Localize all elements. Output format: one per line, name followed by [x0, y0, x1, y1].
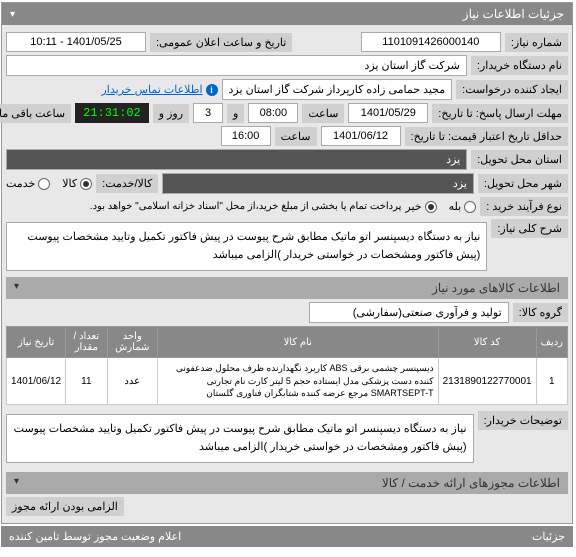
col-qty: تعداد / مقدار	[67, 327, 109, 358]
radio-goods[interactable]: کالا	[63, 177, 93, 190]
goods-service-radio: کالا خدمت	[7, 177, 93, 190]
items-section-header: اطلاعات کالاهای مورد نیاز ▾	[7, 277, 569, 299]
goods-service-label: کالا/خدمت:	[97, 174, 159, 193]
col-row: ردیف	[537, 327, 568, 358]
permits-header-text: اطلاعات مجوزهای ارائه خدمت / کالا	[383, 476, 561, 490]
contact-link[interactable]: i اطلاعات تماس خریدار	[102, 83, 218, 96]
validity-label: حداقل تاریخ اعتبار قیمت: تا تاریخ:	[406, 127, 569, 146]
requester-label: ایجاد کننده درخواست:	[457, 80, 569, 99]
permits-section-header: اطلاعات مجوزهای ارائه خدمت / کالا ▾	[7, 472, 569, 494]
need-desc-label: شرح کلی نیاز:	[492, 219, 569, 238]
group-value: تولید و فرآوری صنعتی(سفارشی)	[310, 302, 510, 323]
collapse-icon[interactable]: ▾	[15, 281, 20, 295]
buyer-notes-text: نیاز به دستگاه دیسپنسر اتو ماتیک مطابق ش…	[7, 414, 475, 463]
radio-dot-icon	[81, 178, 93, 190]
buyer-org-label: نام دستگاه خریدار:	[472, 56, 569, 75]
radio-dot-icon	[39, 178, 51, 190]
requester-value: مجید حمامی زاده کارپرداز شرکت گاز استان …	[223, 79, 454, 100]
cell-code: 2131890122770001	[439, 358, 537, 405]
announce-label: تاریخ و ساعت اعلان عمومی:	[151, 33, 293, 52]
payment-note: پرداخت تمام یا بخشی از مبلغ خرید،از محل …	[91, 201, 403, 212]
panel-title: جزئیات اطلاعات نیاز	[464, 7, 565, 21]
radio-no[interactable]: خیر	[406, 200, 437, 213]
footer-right: جزئیات	[533, 530, 566, 543]
city-label: شهر محل تحویل:	[479, 174, 569, 193]
announce-value: 1401/05/25 - 10:11	[7, 32, 147, 52]
col-code: کد کالا	[439, 327, 537, 358]
need-number-label: شماره نیاز:	[506, 33, 569, 52]
days-label: روز و	[154, 104, 190, 123]
province-label: استان محل تحویل:	[472, 150, 569, 169]
radio-goods-label: کالا	[63, 177, 78, 190]
buyer-notes-label: توضیحات خریدار:	[479, 411, 569, 430]
radio-no-label: خیر	[406, 200, 422, 213]
cell-date: 1401/06/12	[8, 358, 67, 405]
time-label-1: ساعت	[303, 104, 345, 123]
cell-unit: عدد	[108, 358, 158, 405]
col-date: تاریخ نیاز	[8, 327, 67, 358]
radio-service[interactable]: خدمت	[7, 177, 51, 190]
col-unit: واحد شمارش	[108, 327, 158, 358]
radio-service-label: خدمت	[7, 177, 36, 190]
info-icon: i	[207, 84, 219, 96]
mandatory-label: الزامی بودن ارائه مجوز	[7, 497, 125, 516]
contact-link-text: اطلاعات تماس خریدار	[102, 83, 203, 96]
table-row: 1 2131890122770001 دیسپنسر چشمی برقی ABS…	[8, 358, 569, 405]
radio-yes[interactable]: بله	[450, 200, 478, 213]
purchase-type-label: نوع فرآیند خرید :	[481, 197, 569, 216]
and-label: و	[228, 104, 245, 123]
deadline-label: مهلت ارسال پاسخ: تا تاریخ:	[433, 104, 569, 123]
province-value: یزد	[7, 149, 468, 170]
days-value: 3	[194, 103, 224, 123]
validity-date: 1401/06/12	[322, 126, 402, 146]
items-table: ردیف کد کالا نام کالا واحد شمارش تعداد /…	[7, 326, 569, 405]
need-desc-text: نیاز به دستگاه دیسپنسر اتو ماتیک مطابق ش…	[7, 222, 488, 271]
footer-bar: جزئیات اعلام وضعیت مجوز توسط تامین کننده	[2, 526, 574, 547]
city-value: یزد	[163, 173, 475, 194]
purchase-type-radio: بله خیر	[406, 200, 477, 213]
remaining-label: ساعت باقی مانده	[0, 104, 72, 123]
time-label-2: ساعت	[276, 127, 318, 146]
cell-row: 1	[537, 358, 568, 405]
collapse-icon[interactable]: ▾	[11, 9, 16, 20]
radio-yes-label: بله	[450, 200, 463, 213]
validity-time: 16:00	[222, 126, 272, 146]
deadline-time: 08:00	[249, 103, 299, 123]
radio-dot-icon	[465, 201, 477, 213]
footer-left: اعلام وضعیت مجوز توسط تامین کننده	[10, 530, 182, 543]
cell-qty: 11	[67, 358, 109, 405]
main-panel-header: جزئیات اطلاعات نیاز ▾	[3, 3, 573, 25]
deadline-date: 1401/05/29	[349, 103, 429, 123]
radio-dot-icon	[426, 201, 438, 213]
collapse-icon[interactable]: ▾	[15, 476, 20, 490]
items-header-text: اطلاعات کالاهای مورد نیاز	[433, 281, 561, 295]
countdown-timer: 21:31:02	[76, 103, 150, 123]
need-number-value: 1101091426000140	[362, 32, 502, 52]
cell-name: دیسپنسر چشمی برقی ABS کاربرد نگهدارنده ظ…	[158, 358, 439, 405]
buyer-org-value: شرکت گاز استان یزد	[7, 55, 468, 76]
group-label: گروه کالا:	[514, 303, 569, 322]
col-name: نام کالا	[158, 327, 439, 358]
